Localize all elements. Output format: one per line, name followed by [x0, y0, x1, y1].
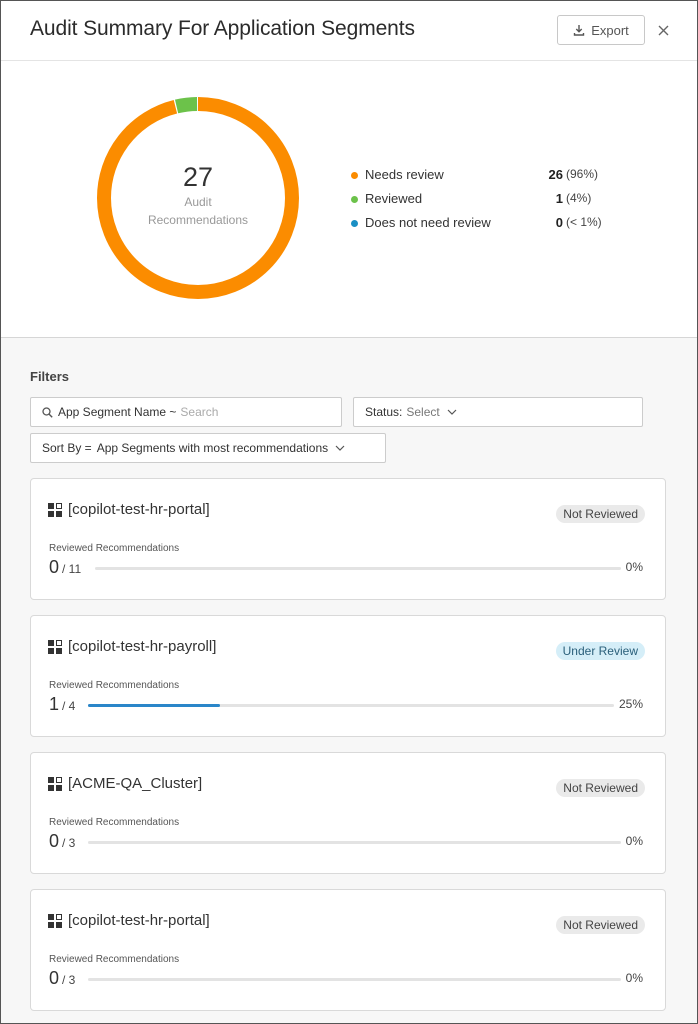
review-progress-percent: 0% — [625, 560, 643, 574]
legend-label: Reviewed — [365, 191, 423, 206]
search-placeholder: Search — [180, 405, 219, 419]
legend-count: 26 — [548, 167, 563, 182]
review-progress-fill — [88, 704, 220, 707]
legend-item-reviewed: Reviewed 1 (4%) — [351, 190, 611, 214]
app-segment-icon — [48, 640, 62, 654]
reviewed-count: 0/ 11 — [49, 557, 81, 578]
reviewed-count: 0/ 3 — [49, 968, 75, 989]
total-label-line1: Audit — [184, 194, 212, 209]
app-segment-card[interactable]: [copilot-test-hr-portal] Not Reviewed Re… — [30, 889, 666, 1011]
review-progress-bar — [88, 841, 621, 844]
reviewed-value: 0 — [49, 831, 60, 851]
app-segment-icon — [48, 914, 62, 928]
status-value: Select — [406, 405, 440, 419]
review-progress-bar — [95, 567, 621, 570]
review-progress-bar — [88, 704, 614, 707]
reviewed-recommendations-label: Reviewed Recommendations — [49, 954, 180, 965]
status-badge: Not Reviewed — [556, 505, 645, 523]
status-badge: Not Reviewed — [556, 916, 645, 934]
app-segment-icon — [48, 777, 62, 791]
status-filter-select[interactable]: Status: Select — [353, 397, 643, 427]
legend-dot — [351, 196, 358, 203]
segment-name[interactable]: [ACME-QA_Cluster] — [68, 775, 202, 792]
app-segment-card[interactable]: [copilot-test-hr-portal] Not Reviewed Re… — [30, 478, 666, 600]
status-badge: Under Review — [555, 642, 645, 660]
download-icon — [574, 25, 585, 36]
legend-item-does-not-need-review: Does not need review 0 (< 1%) — [351, 214, 611, 238]
close-icon — [658, 25, 668, 35]
filters-heading: Filters — [30, 369, 70, 384]
export-label: Export — [591, 22, 629, 38]
close-button[interactable] — [653, 20, 673, 40]
legend-dot — [351, 220, 358, 227]
legend-label: Needs review — [365, 167, 444, 182]
app-segment-card[interactable]: [ACME-QA_Cluster] Not Reviewed Reviewed … — [30, 752, 666, 874]
reviewed-value: 1 — [49, 694, 60, 714]
legend-percent: (96%) — [566, 167, 599, 181]
reviewed-recommendations-label: Reviewed Recommendations — [49, 817, 180, 828]
chevron-down-icon — [447, 409, 457, 415]
review-progress-percent: 0% — [625, 971, 643, 985]
review-progress-percent: 25% — [618, 697, 643, 711]
total-label-line2: Recommendations — [147, 212, 249, 227]
search-icon — [42, 406, 53, 418]
donut-legend: Needs review 26 (96%) Reviewed 1 (4%) Do… — [351, 166, 611, 238]
app-segment-card[interactable]: [copilot-test-hr-payroll] Under Review R… — [30, 615, 666, 737]
export-button[interactable]: Export — [557, 15, 645, 45]
legend-item-needs-review: Needs review 26 (96%) — [351, 166, 611, 190]
review-progress-percent: 0% — [625, 834, 643, 848]
reviewed-count: 1/ 4 — [49, 694, 75, 715]
segment-name[interactable]: [copilot-test-hr-payroll] — [68, 638, 216, 655]
legend-percent: (4%) — [566, 191, 592, 205]
reviewed-recommendations-label: Reviewed Recommendations — [49, 543, 180, 554]
reviewed-value: 0 — [49, 968, 60, 988]
page-title: Audit Summary For Application Segments — [30, 17, 415, 40]
panel-header: Audit Summary For Application Segments E… — [1, 1, 697, 61]
legend-count: 0 — [555, 215, 563, 230]
reviewed-total: / 3 — [62, 973, 76, 987]
segment-name[interactable]: [copilot-test-hr-portal] — [68, 501, 210, 518]
reviewed-total: / 4 — [62, 699, 76, 713]
status-badge: Not Reviewed — [556, 779, 645, 797]
sort-value: App Segments with most recommendations — [96, 441, 329, 455]
segment-name[interactable]: [copilot-test-hr-portal] — [68, 912, 210, 929]
segments-section: Filters App Segment Name ~ Search Status… — [1, 338, 697, 1023]
chevron-down-icon — [335, 445, 345, 451]
legend-percent: (< 1%) — [566, 215, 602, 229]
sort-label: Sort By = — [42, 441, 92, 455]
reviewed-value: 0 — [49, 557, 60, 577]
search-field-label: App Segment Name ~ — [58, 405, 177, 419]
app-segment-search-input[interactable]: App Segment Name ~ Search — [30, 397, 342, 427]
app-segment-icon — [48, 503, 62, 517]
legend-count: 1 — [555, 191, 563, 206]
reviewed-total: / 11 — [62, 562, 82, 576]
sort-by-select[interactable]: Sort By = App Segments with most recomme… — [30, 433, 386, 463]
total-recommendations: 27 — [182, 161, 214, 192]
reviewed-count: 0/ 3 — [49, 831, 75, 852]
audit-summary-panel: Audit Summary For Application Segments E… — [0, 0, 698, 1024]
reviewed-recommendations-label: Reviewed Recommendations — [49, 680, 180, 691]
donut-center: 27 Audit Recommendations — [97, 97, 299, 299]
review-progress-bar — [88, 978, 621, 981]
summary-section: 27 Audit Recommendations Needs review 26… — [1, 61, 697, 338]
legend-label: Does not need review — [365, 215, 491, 230]
reviewed-total: / 3 — [62, 836, 76, 850]
legend-dot — [351, 172, 358, 179]
status-label: Status: — [365, 405, 403, 419]
